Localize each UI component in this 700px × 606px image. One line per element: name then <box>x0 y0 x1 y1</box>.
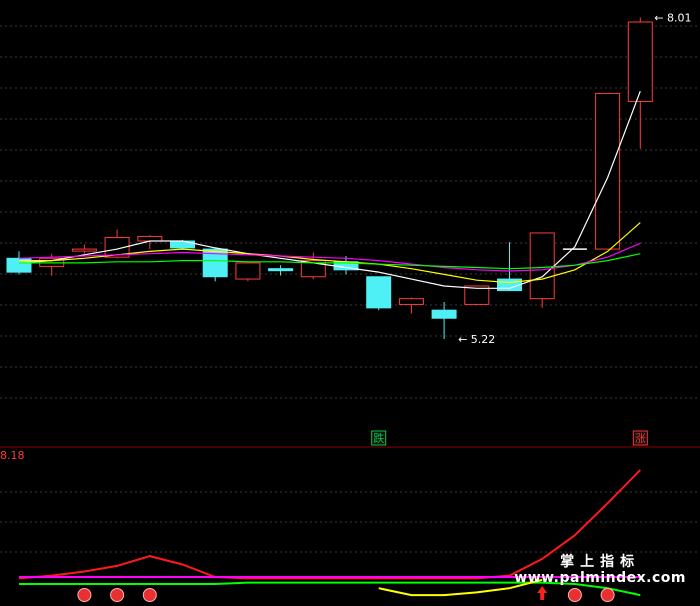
price-label: ← 8.01 <box>654 11 691 24</box>
candle-body <box>366 276 392 309</box>
price-label: ← 5.22 <box>458 333 495 346</box>
candle-body <box>431 309 457 319</box>
stock-chart: ← 8.01 ← 5.22 跌 涨 8.18 <box>0 11 700 602</box>
candle-body <box>529 232 555 300</box>
signal-text: 跌 <box>373 431 384 445</box>
balloon-icon <box>142 588 157 602</box>
candle-body <box>137 235 163 242</box>
candle-body <box>71 248 97 252</box>
candle-body <box>627 21 653 103</box>
candle-body <box>268 268 294 272</box>
candle-body <box>595 92 621 250</box>
candle-body <box>235 262 261 280</box>
balloon-icon <box>110 588 125 602</box>
up-arrow-icon <box>537 586 548 600</box>
balloon-icon <box>567 588 582 602</box>
indicator-max-label: 8.18 <box>0 449 25 462</box>
chart-stage: ← 8.01 ← 5.22 跌 涨 8.18 掌上指标 www.palmindex.co… <box>0 0 700 602</box>
candle-body <box>170 240 195 249</box>
candle-body <box>398 298 424 305</box>
balloon-icon <box>77 588 92 602</box>
watermark-url: www.palmindex.com <box>514 569 686 586</box>
watermark-title: 掌上指标 <box>560 553 641 570</box>
signal-text: 涨 <box>635 432 646 445</box>
balloon-icon <box>600 588 615 602</box>
watermark: 掌上指标 www.palmindex.com <box>514 554 686 586</box>
